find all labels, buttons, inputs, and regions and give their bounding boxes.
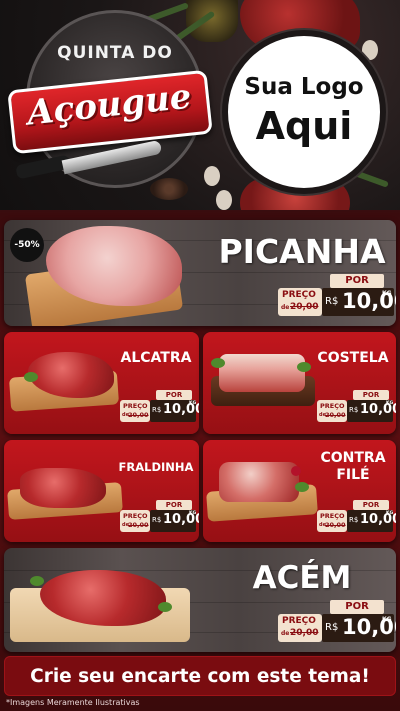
- product-name: CONTRA FILÉ: [313, 450, 393, 484]
- product-name-line2: FILÉ: [336, 467, 370, 483]
- product-name: FRALDINHA: [118, 460, 194, 474]
- product-name: COSTELA: [317, 350, 389, 366]
- garlic-image: [204, 166, 220, 186]
- logo-placeholder: Sua Logo Aqui: [222, 30, 386, 194]
- price-por: POR: [330, 600, 384, 614]
- price-value-box: R$ 10,00 KG: [150, 400, 199, 422]
- product-name: PICANHA: [218, 232, 386, 271]
- flyer-page: QUINTA DO Açougue Sua Logo Aqui -50% PIC…: [0, 0, 400, 711]
- price-por: POR: [156, 500, 192, 510]
- herb-image: [295, 482, 309, 492]
- product-name: ACÉM: [252, 560, 352, 596]
- price-currency: R$: [152, 406, 162, 414]
- price-value-box: R$ 10,00 KG: [347, 400, 396, 422]
- herb-image: [158, 602, 172, 612]
- price-currency: R$: [349, 406, 359, 414]
- price-tag: POR PREÇO de 20,00 R$ 10,00 KG: [317, 500, 396, 534]
- price-unit: KG: [386, 401, 394, 406]
- price-label: PREÇO: [123, 512, 148, 520]
- price-value-box: R$ 10,00 KG: [322, 614, 396, 642]
- price-tag: POR PREÇO de 20,00 R$ 10,00 KG: [120, 500, 199, 534]
- header: QUINTA DO Açougue Sua Logo Aqui: [0, 0, 400, 210]
- price-tag: POR PREÇO de 20,00 R$ 10,00 KG: [278, 600, 396, 644]
- peppercorn-image: [150, 178, 188, 200]
- price-label: PREÇO: [282, 616, 316, 626]
- product-name: ALCATRA: [120, 350, 192, 366]
- oil-jar-image: [186, 0, 238, 42]
- price-tag: POR PREÇO de 20,00 R$ 10,00 KG: [278, 274, 396, 318]
- price-unit: KG: [382, 290, 392, 297]
- contra-file-image: [219, 462, 299, 502]
- herb-image: [211, 358, 225, 368]
- herb-image: [297, 362, 311, 372]
- product-card-alcatra: ALCATRA POR PREÇO de 20,00 R$ 10,00 KG: [4, 332, 199, 434]
- product-name-line1: CONTRA: [320, 450, 386, 466]
- price-tag: POR PREÇO de 20,00 R$ 10,00 KG: [120, 390, 199, 424]
- herb-image: [24, 372, 38, 382]
- price-por: POR: [156, 390, 192, 400]
- price-label: PREÇO: [320, 512, 345, 520]
- price-old-prefix: de: [281, 304, 290, 311]
- price-value-box: R$ 10,00 KG: [347, 510, 396, 532]
- price-unit: KG: [386, 511, 394, 516]
- price-old: 20,00: [128, 521, 149, 529]
- price-old: 20,00: [325, 521, 346, 529]
- price-unit: KG: [189, 401, 197, 406]
- herb-image: [30, 576, 44, 586]
- logo-text-line1: Sua Logo: [244, 74, 364, 100]
- price-value-box: R$ 10,00 KG: [150, 510, 199, 532]
- fraldinha-image: [20, 468, 106, 508]
- product-card-costela: COSTELA POR PREÇO de 20,00 R$ 10,00 KG: [203, 332, 396, 434]
- price-currency: R$: [325, 296, 339, 307]
- price-por: POR: [330, 274, 384, 288]
- price-label: PREÇO: [320, 402, 345, 410]
- price-old: 20,00: [290, 302, 319, 312]
- price-label: PREÇO: [123, 402, 148, 410]
- cta-banner: Crie seu encarte com este tema!: [4, 656, 396, 696]
- product-card-contra-file: CONTRA FILÉ POR PREÇO de 20,00 R$ 10,00 …: [203, 440, 396, 542]
- price-por: POR: [353, 390, 389, 400]
- price-old: 20,00: [290, 628, 319, 638]
- product-card-fraldinha: FRALDINHA POR PREÇO de 20,00 R$ 10,00 KG: [4, 440, 199, 542]
- discount-badge: -50%: [10, 228, 44, 262]
- price-currency: R$: [325, 622, 339, 633]
- product-card-picanha: -50% PICANHA POR PREÇO de 20,00 R$ 10,00…: [4, 220, 396, 326]
- price-currency: R$: [152, 516, 162, 524]
- garlic-image: [216, 190, 232, 210]
- costela-image: [219, 354, 305, 392]
- tomato-image: [291, 466, 301, 476]
- disclaimer-text: *Imagens Meramente Ilustrativas: [6, 698, 140, 707]
- product-card-acem: ACÉM POR PREÇO de 20,00 R$ 10,00 KG: [4, 548, 396, 652]
- price-tag: POR PREÇO de 20,00 R$ 10,00 KG: [317, 390, 396, 424]
- price-por: POR: [353, 500, 389, 510]
- logo-text-line2: Aqui: [255, 104, 353, 148]
- price-old-prefix: de: [281, 630, 290, 637]
- emblem-top-text: QUINTA DO: [57, 43, 173, 63]
- price-unit: KG: [382, 616, 392, 623]
- price-old: 20,00: [128, 411, 149, 419]
- price-old: 20,00: [325, 411, 346, 419]
- price-unit: KG: [189, 511, 197, 516]
- price-currency: R$: [349, 516, 359, 524]
- price-label: PREÇO: [282, 290, 316, 300]
- price-value-box: R$ 10,00 KG: [322, 288, 396, 316]
